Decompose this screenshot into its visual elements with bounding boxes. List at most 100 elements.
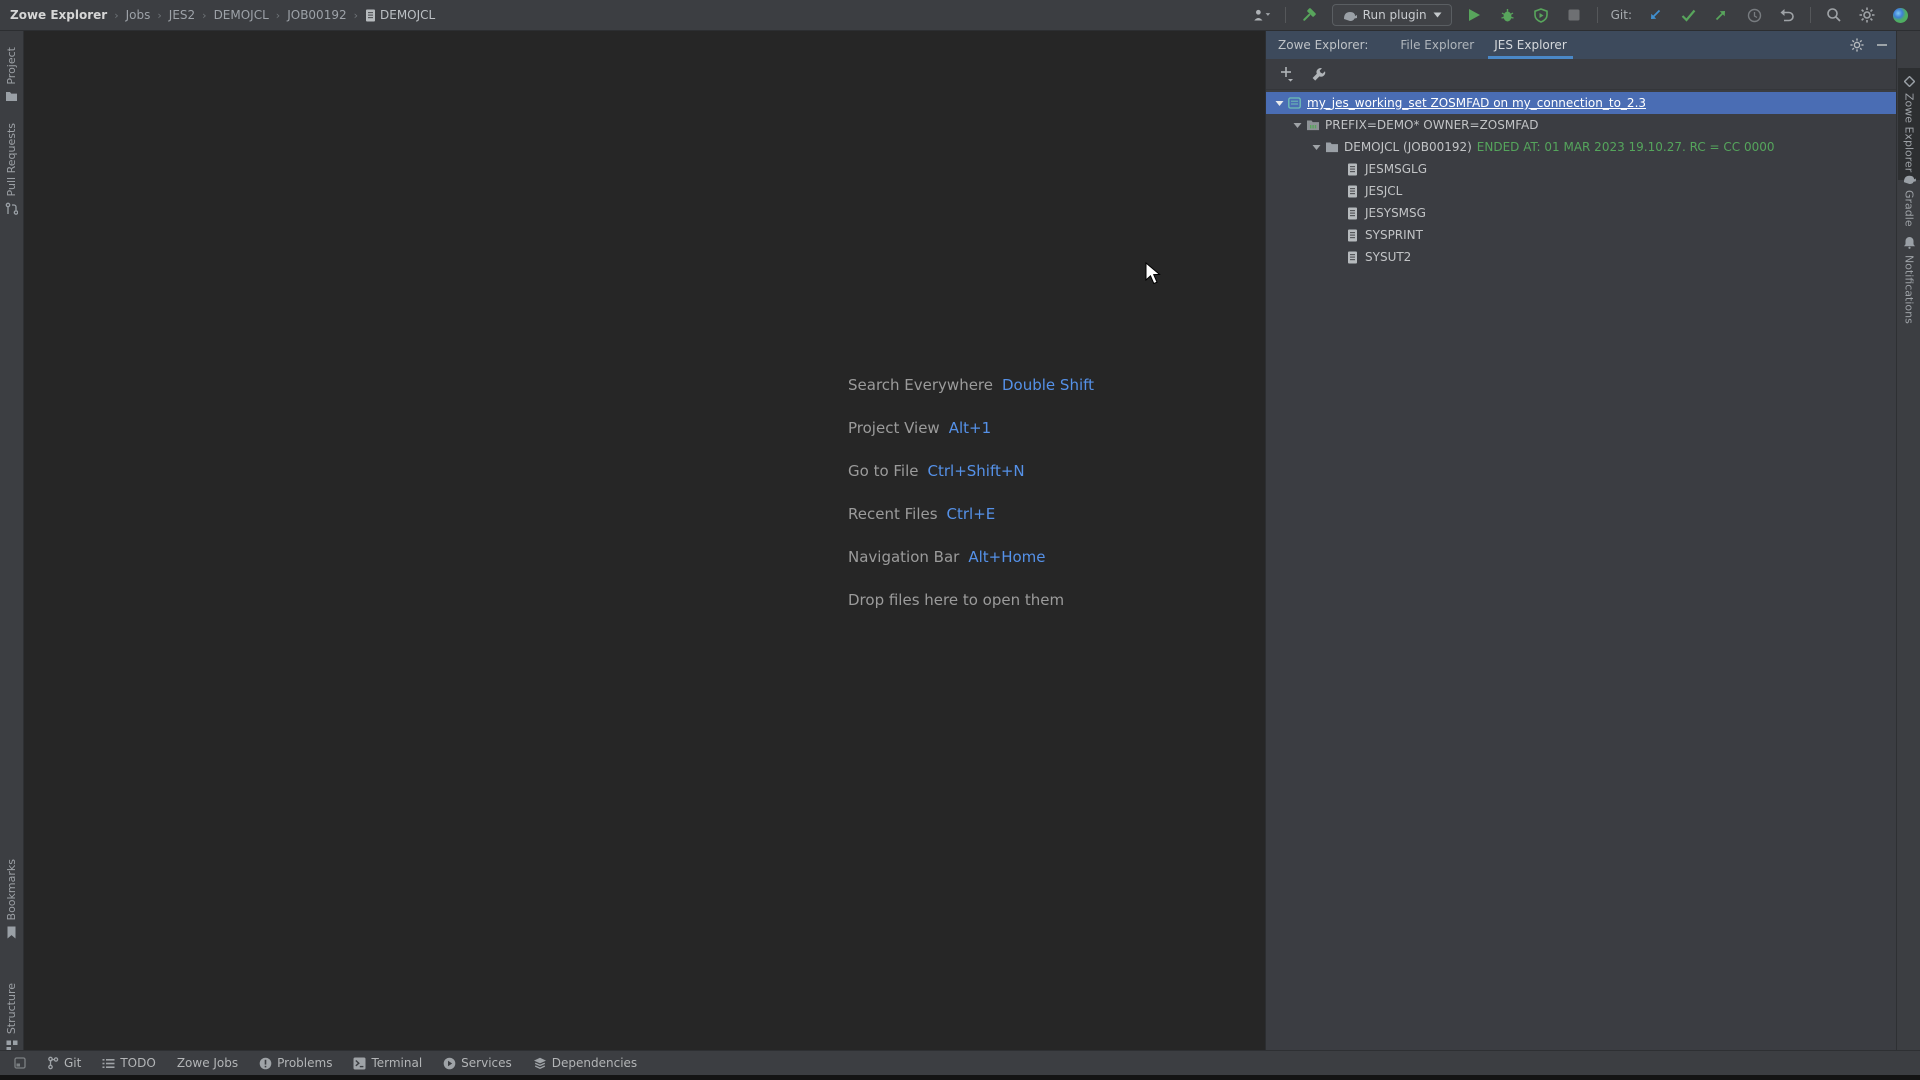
hint-shortcut: Double Shift — [1002, 376, 1094, 394]
breadcrumb-jes2[interactable]: JES2 — [169, 8, 195, 22]
git-label: Git: — [1611, 8, 1632, 22]
profile-avatar-icon[interactable] — [1890, 5, 1910, 25]
hint-label: Recent Files — [848, 505, 938, 523]
tool-window-header-actions — [1850, 38, 1888, 52]
debug-icon[interactable] — [1498, 5, 1518, 25]
git-commit-icon[interactable] — [1678, 5, 1698, 25]
git-push-icon[interactable] — [1711, 5, 1731, 25]
run-icon[interactable] — [1465, 5, 1485, 25]
stripe-button-pull-requests[interactable]: Pull Requests — [0, 123, 23, 215]
bottombar-dependencies[interactable]: Dependencies — [533, 1056, 637, 1070]
bottombar-problems[interactable]: Problems — [259, 1056, 332, 1070]
tree-row-spool-jesysmsg[interactable]: JESYSMSG — [1266, 202, 1896, 224]
bottombar-todo[interactable]: TODO — [102, 1056, 155, 1070]
hint-label: Project View — [848, 419, 940, 437]
breadcrumb-jobs[interactable]: Jobs — [126, 8, 151, 22]
bell-icon — [1903, 236, 1916, 249]
chevron-down-icon[interactable] — [1289, 122, 1305, 129]
bottombar-label: Dependencies — [552, 1056, 637, 1070]
tree-label: my_jes_working_set ZOSMFAD on my_connect… — [1307, 96, 1646, 110]
spool-file-icon — [1345, 207, 1360, 220]
tree-label: JESJCL — [1365, 184, 1402, 198]
bottombar-zowe-jobs[interactable]: Zowe Jobs — [177, 1056, 238, 1070]
problems-icon — [259, 1057, 272, 1070]
wrench-settings-icon[interactable] — [1311, 67, 1326, 82]
breadcrumb-separator: › — [114, 9, 118, 22]
tree-row-spool-sysprint[interactable]: SYSPRINT — [1266, 224, 1896, 246]
tree-row-job-demojcl[interactable]: DEMOJCL (JOB00192) ENDED AT: 01 MAR 2023… — [1266, 136, 1896, 158]
tree-row-spool-jesjcl[interactable]: JESJCL — [1266, 180, 1896, 202]
ide-window: { "colors": { "toolbar_bg": "#3c3e42", "… — [0, 0, 1920, 1080]
chevron-down-icon[interactable] — [1271, 100, 1287, 107]
tab-label: File Explorer — [1400, 38, 1474, 52]
toolbar-actions: Run plugin Git: — [1252, 4, 1920, 26]
tool-window-toolbar — [1266, 59, 1896, 90]
breadcrumb-demojcl[interactable]: DEMOJCL — [214, 8, 269, 22]
navigation-bar: Zowe Explorer › Jobs › JES2 › DEMOJCL › … — [0, 8, 435, 22]
hint-shortcut: Ctrl+Shift+N — [928, 462, 1025, 480]
folder-icon — [1324, 141, 1339, 153]
tree-row-prefix-filter[interactable]: PREFIX=DEMO* OWNER=ZOSMFAD — [1266, 114, 1896, 136]
bottombar-label: Services — [461, 1056, 512, 1070]
chevron-down-icon — [1433, 12, 1442, 18]
hint-label: Navigation Bar — [848, 548, 959, 566]
git-update-icon[interactable] — [1645, 5, 1665, 25]
stripe-button-gradle[interactable]: Gradle — [1898, 173, 1920, 227]
rollback-icon[interactable] — [1777, 5, 1797, 25]
zowe-plugin-icon — [1904, 76, 1915, 87]
bottombar-services[interactable]: Services — [443, 1056, 512, 1070]
tree-label: JESYSMSG — [1365, 206, 1426, 220]
bottombar-label: Problems — [277, 1056, 332, 1070]
stripe-button-bookmarks[interactable]: Bookmarks — [0, 859, 23, 939]
tree-row-working-set[interactable]: my_jes_working_set ZOSMFAD on my_connect… — [1266, 92, 1896, 114]
breadcrumb-job00192[interactable]: JOB00192 — [287, 8, 346, 22]
tab-label: JES Explorer — [1494, 38, 1567, 52]
tree-row-spool-jesmsglg[interactable]: JESMSGLG — [1266, 158, 1896, 180]
hint-navigation-bar: Navigation Bar Alt+Home — [848, 535, 1094, 578]
file-icon — [365, 9, 376, 22]
hint-shortcut: Alt+1 — [949, 419, 991, 437]
hint-go-to-file: Go to File Ctrl+Shift+N — [848, 449, 1094, 492]
breadcrumb-file-label: DEMOJCL — [380, 8, 435, 22]
hint-shortcut: Ctrl+E — [947, 505, 996, 523]
stripe-button-notifications[interactable]: Notifications — [1898, 236, 1920, 324]
bottombar-terminal[interactable]: Terminal — [353, 1056, 422, 1070]
todo-list-icon — [102, 1058, 115, 1069]
hide-tool-window-icon[interactable] — [1876, 39, 1888, 51]
tool-window-title: Zowe Explorer: — [1278, 38, 1368, 52]
chevron-down-icon[interactable] — [1308, 144, 1324, 151]
run-configuration-selector[interactable]: Run plugin — [1332, 4, 1452, 26]
stripe-label: Zowe Explorer — [1903, 93, 1916, 172]
editor-shortcut-hints: Search Everywhere Double Shift Project V… — [848, 363, 1094, 621]
breadcrumb-separator: › — [276, 9, 280, 22]
bookmark-icon — [6, 926, 17, 939]
jes-explorer-tree: my_jes_working_set ZOSMFAD on my_connect… — [1266, 90, 1896, 268]
breadcrumb-project[interactable]: Zowe Explorer — [10, 8, 107, 22]
breadcrumb-file[interactable]: DEMOJCL — [365, 8, 435, 22]
jes-filter-folder-icon — [1305, 119, 1320, 131]
tree-row-spool-sysut2[interactable]: SYSUT2 — [1266, 246, 1896, 268]
user-dropdown-icon[interactable] — [1252, 5, 1272, 25]
hint-label: Go to File — [848, 462, 919, 480]
stripe-button-zowe-explorer[interactable]: Zowe Explorer — [1898, 68, 1920, 180]
settings-gear-icon[interactable] — [1857, 5, 1877, 25]
tab-jes-explorer[interactable]: JES Explorer — [1484, 31, 1577, 59]
add-working-set-icon[interactable] — [1280, 66, 1294, 82]
build-hammer-icon[interactable] — [1299, 5, 1319, 25]
run-with-coverage-icon[interactable] — [1531, 5, 1551, 25]
toolwindow-switcher-icon[interactable] — [10, 1053, 30, 1073]
tree-label: DEMOJCL (JOB00192) — [1344, 140, 1472, 154]
hint-label: Drop files here to open them — [848, 591, 1064, 609]
gear-icon[interactable] — [1850, 38, 1864, 52]
breadcrumb-separator: › — [202, 9, 206, 22]
toolbar-separator — [1810, 7, 1811, 23]
bottombar-git[interactable]: Git — [47, 1056, 81, 1070]
status-bar-strip — [0, 1075, 1920, 1080]
tab-file-explorer[interactable]: File Explorer — [1390, 31, 1484, 59]
stripe-button-project[interactable]: Project — [0, 47, 23, 102]
search-icon[interactable] — [1824, 5, 1844, 25]
active-tab-underline — [1488, 56, 1573, 59]
hint-drop-files: Drop files here to open them — [848, 578, 1094, 621]
tree-label: SYSPRINT — [1365, 228, 1423, 242]
stripe-button-structure[interactable]: Structure — [0, 983, 23, 1052]
